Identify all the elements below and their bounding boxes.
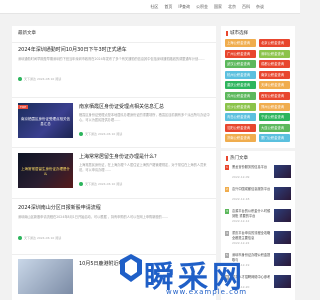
article-list-panel: 最新文章 2024年深圳通勤时间10月30日下午3时正式通车 深圳通勤时间早期是… — [12, 26, 216, 300]
hot-article-date: 2022-12-18 — [232, 197, 250, 201]
hot-article-item[interactable]: 2 嘉兴中国成都信息服务平台 2022-12-18 — [225, 187, 291, 209]
top-badge: TOP — [18, 105, 29, 109]
topnav-item[interactable]: 百科 — [242, 3, 250, 11]
thumbnail-caption: 南京栖霞区身份证受理点相关信息汇总 — [21, 117, 70, 126]
category-button[interactable]: 苏州公积金查询 — [225, 92, 256, 100]
category-button[interactable]: 北京公积金查询 — [259, 39, 290, 47]
article-item[interactable]: 2024深圳南山分区日报新股申请流程 深圳南山区新股申请流程在2024年8月1日… — [12, 198, 216, 250]
hot-article-title[interactable]: 黑龙省份服务的信息平台 — [232, 165, 272, 170]
article-excerpt: 上海常居民身份证，在上海办理个人居住证上海的户籍管理规定，对于常住在上海的人员来… — [79, 163, 207, 172]
article-thumbnail[interactable]: 上海常常居留生身份证办理是什么 — [18, 153, 73, 188]
category-button[interactable]: 青岛公积金查询 — [225, 113, 256, 122]
hot-title: 热门文章 — [226, 155, 248, 161]
article-item[interactable]: TOP 南京栖霞区身份证受理点相关信息汇总 南京栖霞区身份证受理点相关信息汇总 … — [12, 97, 216, 143]
hot-article-title[interactable]: 甘肃人才招聘网络中心参考 — [232, 275, 272, 280]
hot-article-item[interactable]: 6 甘肃人才招聘网络中心参考 2022-12-20 — [225, 275, 291, 297]
article-item[interactable]: 10月5日鹿港附近哪下雨 — [12, 254, 216, 300]
article-title[interactable]: 2024深圳南山分区日报新股申请流程 — [18, 205, 101, 212]
rank-badge: 5 — [225, 253, 229, 258]
rank-badge: 2 — [225, 187, 229, 192]
hot-article-date: 2022-12-22 — [232, 241, 250, 245]
hot-article-item[interactable]: 5 深圳市身份证办理公积金提取与 2022-12-19 — [225, 253, 291, 275]
author-avatar — [79, 182, 83, 186]
hot-article-title[interactable]: 重庆平台申请的流程全攻略 全都是主要信息 — [232, 231, 272, 240]
category-button[interactable]: 长沙公积金查询 — [225, 102, 256, 111]
category-button[interactable]: 成都公积金查询 — [259, 60, 290, 69]
category-button[interactable]: 沈阳公积金查询 — [225, 123, 256, 132]
hot-article-item[interactable]: 4 重庆平台申请的流程全攻略 全都是主要信息 2022-12-22 — [225, 231, 291, 253]
author-avatar — [18, 236, 22, 240]
topnav-item[interactable]: IP查询 — [178, 3, 190, 11]
article-item[interactable]: 2024年深圳通勤时间10月30日下午3时正式通车 深圳通勤时间早期是早期深圳的… — [12, 42, 216, 94]
category-button[interactable]: 武汉公积金查询 — [225, 60, 256, 69]
hot-article-thumbnail[interactable] — [274, 253, 291, 266]
category-button[interactable]: 重庆公积金查询 — [225, 81, 256, 90]
category-button[interactable]: 济南公积金查询 — [225, 134, 256, 143]
article-title[interactable]: 上海常常居留生身份证办理是什么? — [79, 154, 157, 161]
hot-article-date: 2022-12-12 — [232, 219, 250, 223]
rank-badge: 1 — [225, 165, 229, 170]
hot-article-thumbnail[interactable] — [274, 165, 291, 178]
rank-badge: 6 — [225, 275, 229, 280]
hot-article-thumbnail[interactable] — [274, 187, 291, 200]
section-title: 最新文章 — [18, 31, 36, 36]
category-button[interactable]: 厦门公积金查询 — [259, 134, 290, 143]
hot-article-item[interactable]: 1 黑龙省份服务的信息平台 2022-12-09 — [225, 165, 291, 187]
topnav-item[interactable]: 国家 — [214, 3, 222, 11]
article-title[interactable]: 10月5日鹿港附近哪下雨 — [79, 261, 134, 268]
article-excerpt: 深圳南山区新股申请流程在2024年8月1日开始启动，可以根据 ，持有申购的人可以… — [18, 215, 169, 219]
hot-article-thumbnail[interactable] — [274, 275, 291, 288]
top-nav: 社区 首页 IP查询 公积金 国家 北京 百科 杂谈 — [150, 3, 264, 11]
topnav-item[interactable]: 社区 — [150, 3, 158, 11]
article-thumbnail[interactable]: TOP 南京栖霞区身份证受理点相关信息汇总 — [18, 103, 73, 138]
article-title[interactable]: 2024年深圳通勤时间10月30日下午3时正式通车 — [18, 47, 127, 54]
article-title[interactable]: 南京栖霞区身份证受理点相关信息汇总 — [79, 104, 164, 111]
article-meta: 天下通达 2024-06 10 阅读 — [79, 182, 122, 186]
rank-badge: 4 — [225, 231, 229, 236]
thumbnail-caption: 上海常常居留生身份证办理是什么 — [21, 167, 70, 176]
category-button[interactable]: 广州公积金查询 — [225, 49, 256, 58]
hot-article-thumbnail[interactable] — [274, 209, 291, 222]
author-avatar — [79, 132, 83, 136]
hot-article-date: 2022-12-19 — [232, 263, 250, 267]
top-bar: 社区 首页 IP查询 公积金 国家 北京 百科 杂谈 — [0, 0, 300, 14]
topnav-item[interactable]: 公积金 — [196, 3, 208, 11]
article-excerpt: 深圳通勤时间早期是早期深圳的下班当年深圳市政府在2024年发布了多个有关通勤的信… — [18, 57, 205, 61]
city-category-panel: 城市选择 上海公积金查询 北京公积金查询 广州公积金查询 深圳公积金查询 武汉公积金查询… — [221, 26, 295, 148]
category-button[interactable]: 西安公积金查询 — [259, 92, 290, 100]
hot-article-date: 2022-12-09 — [232, 175, 250, 179]
category-button[interactable]: 大连公积金查询 — [259, 123, 290, 132]
category-button[interactable]: 郑州公积金查询 — [259, 102, 290, 111]
article-meta: 天下通达 2024-06 10 阅读 — [18, 236, 61, 240]
category-button[interactable]: 天津公积金查询 — [259, 81, 290, 90]
topnav-item[interactable]: 首页 — [164, 3, 172, 11]
hot-article-title[interactable]: 嘉兴中国成都信息服务平台 — [232, 187, 272, 192]
category-button[interactable]: 杭州公积金查询 — [225, 70, 256, 79]
title-accent-bar — [226, 155, 228, 161]
article-meta: 天下通达 2024-06 10 阅读 — [79, 132, 122, 136]
article-item[interactable]: 上海常常居留生身份证办理是什么 上海常常居留生身份证办理是什么? 上海常居民身份… — [12, 147, 216, 193]
topnav-item[interactable]: 杂谈 — [256, 3, 264, 11]
hot-article-title[interactable]: 深圳市身份证办理公积金提取与 — [232, 253, 272, 262]
hot-article-title[interactable]: 嘉源平台的公积金什么时候到账 重要的平台 — [232, 209, 272, 218]
hot-articles-panel: 热门文章 1 黑龙省份服务的信息平台 2022-12-09 2 嘉兴中国成都信息服务平台… — [221, 151, 295, 300]
hot-article-thumbnail[interactable] — [274, 231, 291, 244]
category-button[interactable]: 深圳公积金查询 — [259, 49, 290, 58]
rank-badge: 3 — [225, 209, 229, 214]
hot-article-date: 2022-12-20 — [232, 285, 250, 289]
topnav-item[interactable]: 北京 — [228, 3, 236, 11]
category-button[interactable]: 宁波公积金查询 — [259, 113, 290, 122]
category-title: 城市选择 — [226, 30, 248, 36]
author-avatar — [18, 77, 22, 81]
hot-article-item[interactable]: 3 嘉源平台的公积金什么时候到账 重要的平台 2022-12-12 — [225, 209, 291, 231]
title-accent-bar — [226, 30, 228, 36]
article-thumbnail[interactable] — [18, 259, 73, 294]
category-button[interactable]: 上海公积金查询 — [225, 39, 256, 47]
category-button[interactable]: 南京公积金查询 — [259, 70, 290, 79]
article-excerpt: 栖霞区身份证受理点是本地居民办理身份证的重要场所，栖霞区目前拥有多个派出所与办证… — [79, 113, 210, 122]
article-meta: 天下通达 2024-08 10 阅读 — [18, 77, 61, 81]
